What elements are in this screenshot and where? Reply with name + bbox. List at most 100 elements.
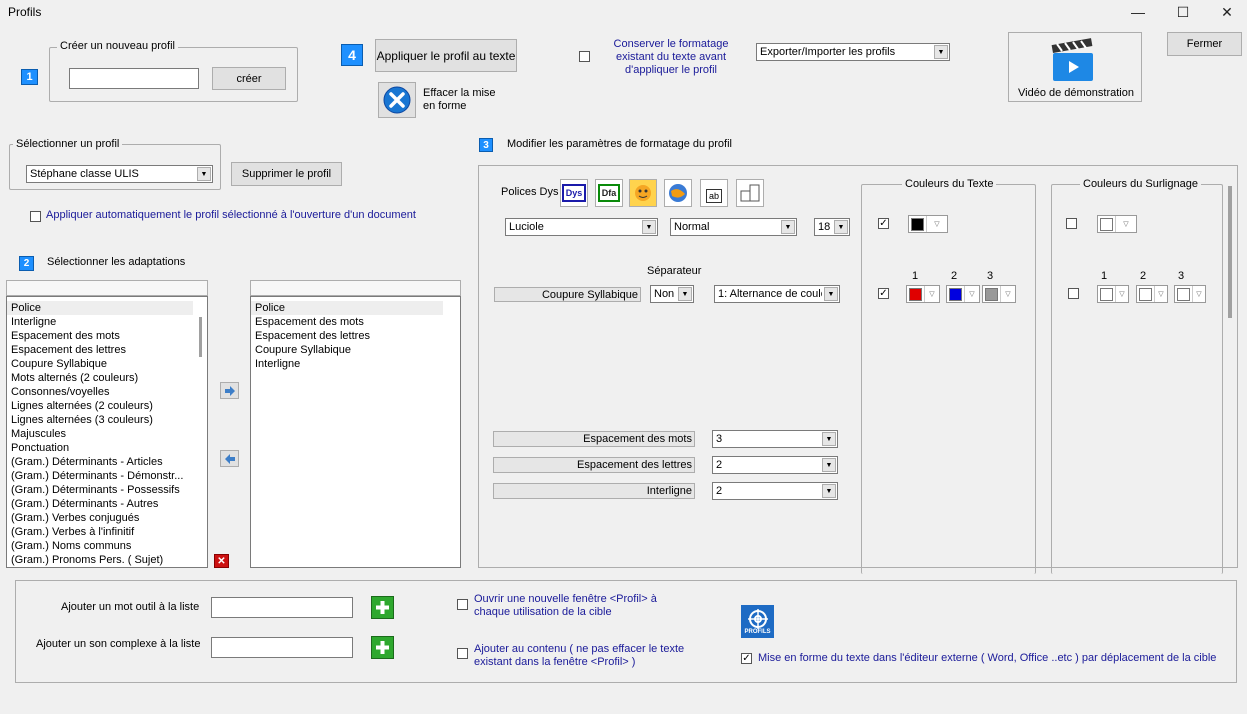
list-item[interactable]: Lignes alternées (3 couleurs) <box>7 413 193 427</box>
list-item[interactable]: Espacement des mots <box>7 329 193 343</box>
highlight-color-1-picker[interactable]: ▽ <box>1097 285 1129 303</box>
minimize-button[interactable]: — <box>1115 0 1161 24</box>
auto-apply-checkbox[interactable] <box>30 211 41 222</box>
list-item[interactable]: Police <box>251 301 443 315</box>
word-spacing-select[interactable]: 3 ▼ <box>712 430 838 448</box>
highlight-color-3-picker[interactable]: ▽ <box>1174 285 1206 303</box>
preserve-format-checkbox[interactable] <box>579 51 590 62</box>
close-button[interactable]: Fermer <box>1167 32 1242 56</box>
list-item[interactable]: Interligne <box>251 357 443 371</box>
scrollbar-thumb[interactable] <box>199 317 202 357</box>
list-item[interactable]: Mots alternés (2 couleurs) <box>7 371 193 385</box>
letter-spacing-select[interactable]: 2 ▼ <box>712 456 838 474</box>
create-button[interactable]: créer <box>212 67 286 90</box>
arrow-left-icon <box>224 453 235 464</box>
chevron-down-icon: ▽ <box>964 286 979 302</box>
list-item[interactable]: (Gram.) Déterminants - Articles <box>7 455 193 469</box>
close-window-button[interactable]: ✕ <box>1204 0 1247 24</box>
list-item[interactable]: (Gram.) Noms communs <box>7 539 193 553</box>
color-swatch <box>911 218 924 231</box>
list-item[interactable]: Coupure Syllabique <box>251 343 443 357</box>
highlight-main-color-picker[interactable]: ▽ <box>1097 215 1137 233</box>
clear-x-icon <box>383 86 411 114</box>
selected-adaptations-list[interactable]: Police Espacement des mots Espacement des … <box>250 296 461 568</box>
color-swatch <box>1139 288 1152 301</box>
target-tool[interactable]: PROFILS <box>741 605 774 638</box>
list-item[interactable]: (Gram.) Déterminants - Démonstr... <box>7 469 193 483</box>
add-sound-button[interactable] <box>371 636 394 659</box>
line-spacing-select[interactable]: 2 ▼ <box>712 482 838 500</box>
text-color-checkbox[interactable]: ✓ <box>878 218 889 229</box>
external-editor-checkbox[interactable]: ✓ <box>741 653 752 664</box>
separator-select[interactable]: Non ▼ <box>650 285 694 303</box>
text-color-1-picker[interactable]: ▽ <box>906 285 940 303</box>
font-size-value: 18 <box>818 221 831 233</box>
multi-highlight-checkbox[interactable] <box>1068 288 1079 299</box>
plus-icon <box>376 641 389 654</box>
multi-color-checkbox[interactable]: ✓ <box>878 288 889 299</box>
color-swatch <box>985 288 998 301</box>
chevron-down-icon: ▼ <box>824 287 838 301</box>
arrow-right-icon <box>224 385 235 396</box>
globe-font-button[interactable] <box>664 179 692 207</box>
apply-profile-button[interactable]: Appliquer le profil au texte <box>375 39 517 72</box>
list-item[interactable]: Espacement des lettres <box>251 329 443 343</box>
list-item[interactable]: Police <box>7 301 193 315</box>
font-style-select[interactable]: Normal ▼ <box>670 218 797 236</box>
list-item[interactable]: Ponctuation <box>7 441 193 455</box>
profile-select[interactable]: Stéphane classe ULIS ▼ <box>26 165 213 183</box>
color-swatch <box>949 288 962 301</box>
text-color-2-picker[interactable]: ▽ <box>946 285 980 303</box>
highlight-num-3: 3 <box>1178 270 1185 282</box>
available-list-header <box>6 280 208 296</box>
chevron-down-icon: ▼ <box>197 167 211 181</box>
chevron-down-icon: ▽ <box>924 286 939 302</box>
new-window-checkbox[interactable] <box>457 599 468 610</box>
add-word-button[interactable] <box>371 596 394 619</box>
highlight-color-2-picker[interactable]: ▽ <box>1136 285 1168 303</box>
dfa-font-button[interactable]: Dfa <box>595 179 623 207</box>
append-content-checkbox[interactable] <box>457 648 468 659</box>
add-word-input[interactable] <box>211 597 353 618</box>
maximize-button[interactable]: ☐ <box>1160 0 1206 24</box>
font-size-select[interactable]: 18 ▼ <box>814 218 850 236</box>
chevron-down-icon: ▼ <box>678 287 692 301</box>
character-font-button[interactable] <box>629 179 657 207</box>
video-demo-button[interactable]: Vidéo de démonstration <box>1008 32 1142 102</box>
dys-font-button[interactable]: Dys <box>560 179 588 207</box>
list-item[interactable]: (Gram.) Déterminants - Possessifs <box>7 483 193 497</box>
text-main-color-picker[interactable]: ▽ <box>908 215 948 233</box>
spacing-button[interactable]: ab <box>700 179 728 207</box>
delete-profile-button[interactable]: Supprimer le profil <box>231 162 342 186</box>
list-item[interactable]: Espacement des mots <box>251 315 443 329</box>
syllable-mode-select[interactable]: 1: Alternance de couleurs ▼ <box>714 285 840 303</box>
add-adaptation-button[interactable] <box>220 382 239 399</box>
export-import-combo[interactable]: Exporter/Importer les profils ▼ <box>756 43 950 61</box>
clear-format-button[interactable] <box>378 82 416 118</box>
chevron-down-icon: ▼ <box>822 458 836 472</box>
add-sound-input[interactable] <box>211 637 353 658</box>
add-sound-label: Ajouter un son complexe à la liste <box>36 638 201 650</box>
list-item[interactable]: Coupure Syllabique <box>7 357 193 371</box>
list-item[interactable]: Lignes alternées (2 couleurs) <box>7 399 193 413</box>
list-item[interactable]: (Gram.) Verbes conjugués <box>7 511 193 525</box>
list-item[interactable]: (Gram.) Déterminants - Autres <box>7 497 193 511</box>
delete-adaptation-icon[interactable]: ✕ <box>214 554 229 568</box>
list-item[interactable]: Espacement des lettres <box>7 343 193 357</box>
text-color-3-picker[interactable]: ▽ <box>982 285 1016 303</box>
list-item[interactable]: Majuscules <box>7 427 193 441</box>
highlight-checkbox[interactable] <box>1066 218 1077 229</box>
select-profile-legend: Sélectionner un profil <box>13 138 123 150</box>
list-item[interactable]: (Gram.) Pronoms Pers. ( Sujet) <box>7 553 193 567</box>
layout-button[interactable] <box>736 179 764 207</box>
list-item[interactable]: Interligne <box>7 315 193 329</box>
list-item[interactable]: Consonnes/voyelles <box>7 385 193 399</box>
scrollbar-thumb[interactable] <box>1228 186 1232 318</box>
font-family-select[interactable]: Luciole ▼ <box>505 218 658 236</box>
syllable-label: Coupure Syllabique <box>494 287 641 302</box>
line-spacing-label: Interligne <box>493 483 695 499</box>
list-item[interactable]: (Gram.) Verbes à l'infinitif <box>7 525 193 539</box>
remove-adaptation-button[interactable] <box>220 450 239 467</box>
available-adaptations-list[interactable]: Police Interligne Espacement des mots Espac… <box>6 296 208 568</box>
new-profile-input[interactable] <box>69 68 199 89</box>
